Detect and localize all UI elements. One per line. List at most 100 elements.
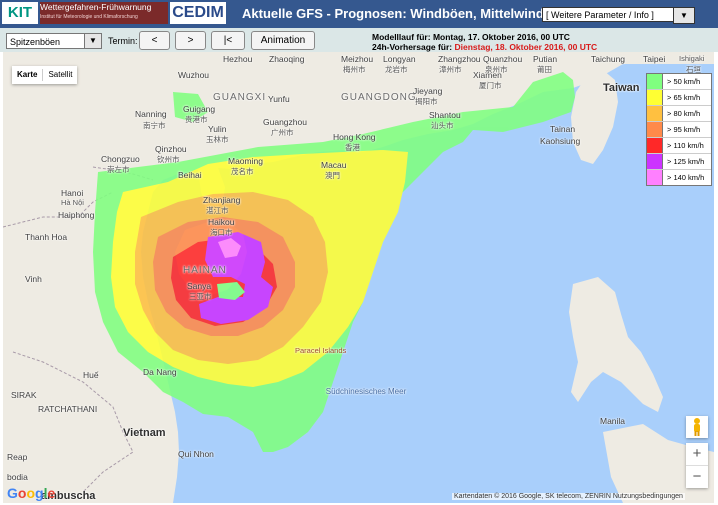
chevron-down-icon[interactable]: ▼ <box>673 7 695 24</box>
label-guangzhou: Guangzhou <box>263 117 307 127</box>
legend-row: > 80 km/h <box>647 106 711 122</box>
label-qinzhou: Qinzhou <box>155 144 187 154</box>
label-taipei: Taipei <box>643 54 666 64</box>
zoom-control: + − <box>686 443 708 488</box>
label-haiphong: Haiphong <box>58 210 95 220</box>
label-guangxi: GUANGXI <box>213 92 267 103</box>
label-zhaoqing: Zhaoqing <box>269 54 305 64</box>
modelllauf-info: Modelllauf für: Montag, 17. Oktober 2016… <box>372 32 570 42</box>
label-meizhou-native: 梅州市 <box>343 65 366 74</box>
label-reap: Reap <box>7 452 28 462</box>
pegman-icon-graphic <box>694 418 700 436</box>
legend-label: > 125 km/h <box>667 157 705 166</box>
label-shantou-native: 汕头市 <box>431 121 454 130</box>
legend-label: > 65 km/h <box>667 93 701 102</box>
label-beihai: Beihai <box>178 170 202 180</box>
label-chongzuo: Chongzuo <box>101 154 140 164</box>
label-taichung: Taichung <box>591 54 626 64</box>
forecast-label: 24h-Vorhersage für: <box>372 42 453 52</box>
label-macau-native: 澳門 <box>325 171 340 180</box>
map-type-satellit[interactable]: Satellit <box>43 66 77 84</box>
legend-label: > 95 km/h <box>667 125 701 134</box>
next-button[interactable]: > <box>175 31 206 50</box>
label-sanya: Sanya <box>187 281 212 291</box>
previous-button[interactable]: < <box>139 31 170 50</box>
label-tainan: Tainan <box>550 124 576 134</box>
label-hue: Huế <box>83 370 99 380</box>
legend-label: > 50 km/h <box>667 77 701 86</box>
variable-select[interactable]: Spitzenböen ▼ <box>6 33 102 49</box>
label-guangzhou-native: 广州市 <box>271 128 294 137</box>
legend-row: > 140 km/h <box>647 170 711 185</box>
legend-swatch <box>647 122 663 137</box>
label-xiamen-native: 厦门市 <box>479 81 502 90</box>
label-maoming-native: 茂名市 <box>231 167 254 176</box>
map-attribution[interactable]: Kartendaten © 2016 Google, SK telecom, Z… <box>452 493 685 500</box>
warnung-logo-title: Wettergefahren-Frühwarnung <box>40 2 152 12</box>
label-jieyang: Jieyang <box>413 86 443 96</box>
forecast-value: Dienstag, 18. Oktober 2016, 00 UTC <box>454 42 598 52</box>
control-bar: Spitzenböen ▼ Termin: < > |< Animation M… <box>0 28 718 52</box>
cedim-logo[interactable]: CEDIM <box>170 2 226 24</box>
google-logo[interactable]: Google <box>7 485 55 501</box>
label-sanya-native: 三亚市 <box>189 292 212 301</box>
label-sirak: SIRAK <box>11 390 37 400</box>
label-qinzhou-native: 钦州市 <box>157 155 180 164</box>
chevron-down-icon[interactable]: ▼ <box>84 34 101 48</box>
animation-button[interactable]: Animation <box>251 31 315 50</box>
legend-row: > 50 km/h <box>647 74 711 90</box>
parameter-select-value: [ Weitere Parameter / Info ] <box>546 10 654 20</box>
label-guangdong: GUANGDONG <box>341 92 417 103</box>
legend-row: > 125 km/h <box>647 154 711 170</box>
legend-swatch <box>647 170 663 185</box>
label-ratchathani: RATCHATHANI <box>38 404 98 414</box>
page-title: Aktuelle GFS - Prognosen: Windböen, Mitt… <box>242 6 544 21</box>
label-ishigaki: Ishigaki <box>679 54 705 63</box>
label-manila: Manila <box>600 416 626 426</box>
label-haikou: Haikou <box>208 217 235 227</box>
map-base <box>3 52 714 503</box>
label-macau: Macau <box>321 160 347 170</box>
warnung-logo-subtitle: Institut für Meteorologie und Klimaforsc… <box>40 14 138 20</box>
legend-row: > 110 km/h <box>647 138 711 154</box>
label-hong-kong: Hong Kong <box>333 132 376 142</box>
parameter-select[interactable]: [ Weitere Parameter / Info ] ▼ <box>542 7 695 24</box>
legend-row: > 95 km/h <box>647 122 711 138</box>
label-bodia: bodia <box>7 472 28 482</box>
header-bar: KIT Wettergefahren-Frühwarnung Institut … <box>0 0 718 28</box>
label-maoming: Maoming <box>228 156 263 166</box>
zoom-out-button[interactable]: − <box>686 466 708 488</box>
kit-logo[interactable]: KIT <box>2 2 38 24</box>
label-chongzuo-native: 崇左市 <box>107 165 130 174</box>
pegman-icon[interactable] <box>686 416 708 438</box>
legend-label: > 80 km/h <box>667 109 701 118</box>
label-meizhou: Meizhou <box>341 54 374 64</box>
label-shantou: Shantou <box>429 110 461 120</box>
label-longyan: Longyan <box>383 54 416 64</box>
map-type-karte[interactable]: Karte <box>12 66 42 84</box>
label-nanning-native: 南宁市 <box>143 121 166 130</box>
label-longyan-native: 龙岩市 <box>385 65 408 74</box>
label-zhanjiang-native: 湛江市 <box>206 206 229 215</box>
label-nanning: Nanning <box>135 109 167 119</box>
label-paracel: Paracel Islands <box>295 346 347 355</box>
label-da-nang: Da Nang <box>143 367 177 377</box>
label-hezhou: Hezhou <box>223 54 253 64</box>
label-thanh-hoa: Thanh Hoa <box>25 232 68 242</box>
forecast-info: 24h-Vorhersage für: Dienstag, 18. Oktobe… <box>372 42 597 52</box>
label-vinh: Vinh <box>25 274 42 284</box>
wind-legend: > 50 km/h > 65 km/h > 80 km/h > 95 km/h … <box>646 73 712 186</box>
legend-swatch <box>647 154 663 169</box>
label-putian: Putian <box>533 54 558 64</box>
modelllauf-label: Modelllauf für: <box>372 32 431 42</box>
first-button[interactable]: |< <box>211 31 245 50</box>
label-hanoi: Hanoi <box>61 188 84 198</box>
label-yunfu: Yunfu <box>268 94 290 104</box>
label-zhanjiang: Zhanjiang <box>203 195 241 205</box>
label-hanoi-native: Hà Nội <box>61 198 84 207</box>
zoom-in-button[interactable]: + <box>686 443 708 465</box>
label-guigang-native: 贵港市 <box>185 115 208 124</box>
label-zhangzhou: Zhangzhou <box>438 54 481 64</box>
map-canvas[interactable]: Taiwan Vietnam GUANGXI GUANGDONG HAINAN … <box>3 52 714 503</box>
warnung-logo[interactable]: Wettergefahren-Frühwarnung Institut für … <box>40 2 168 24</box>
